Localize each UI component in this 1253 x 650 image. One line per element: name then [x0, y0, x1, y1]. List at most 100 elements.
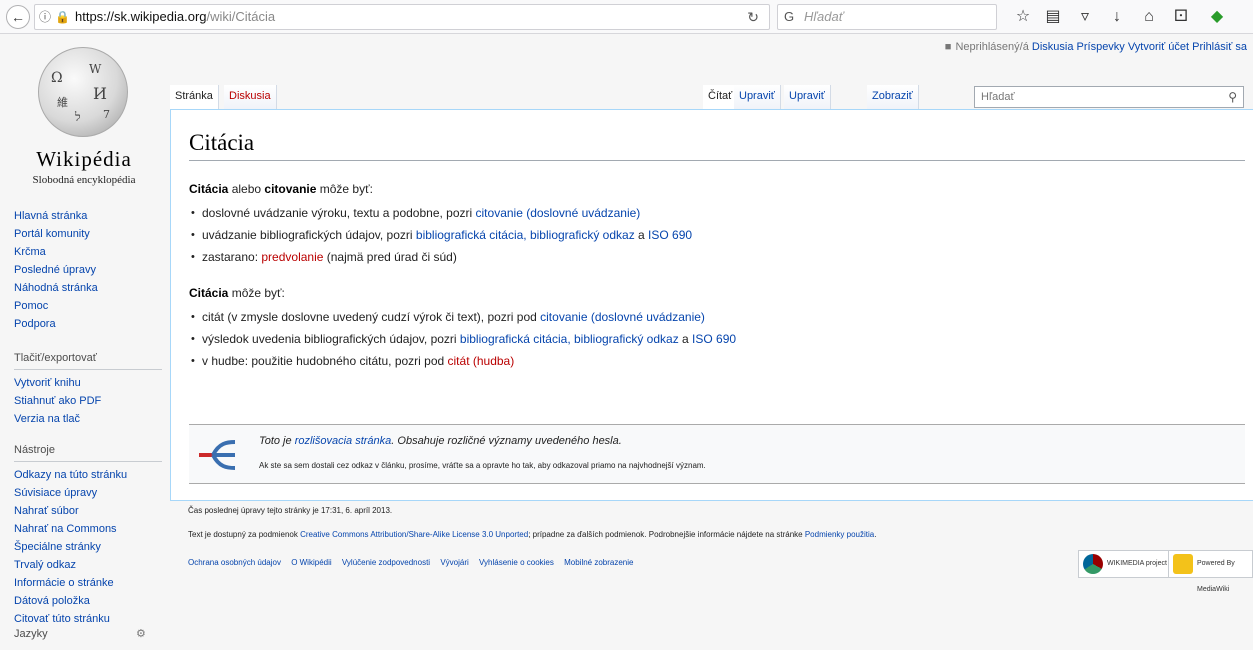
personal-talk-link[interactable]: Diskusia	[1032, 41, 1074, 53]
lock-icon[interactable]: 🔒	[55, 5, 70, 29]
wiki-page: ■ Neprihlásený/á Diskusia Príspevky Vytv…	[0, 35, 1253, 650]
wikipedia-logo[interactable]: Ω W И 維 ל 7 Wikipédia Slobodná encyklopé…	[10, 47, 160, 186]
notifications-icon[interactable]: ◆	[1204, 4, 1230, 30]
list-item: zastarano: predvolanie (najmä pred úrad …	[189, 246, 692, 268]
license-link[interactable]: Creative Commons Attribution/Share-Alike…	[300, 530, 528, 539]
sidebar-item-related-changes[interactable]: Súvisiace úpravy	[14, 484, 164, 502]
disambiguation-icon	[199, 440, 236, 470]
sidebar-item-permalink[interactable]: Trvalý odkaz	[14, 556, 164, 574]
page-title: Citácia	[189, 130, 1245, 161]
not-logged-in: Neprihlásený/á	[955, 41, 1029, 53]
reading-list-icon[interactable]: ▤	[1040, 4, 1066, 30]
meanings-list-2: citát (v zmysle doslovne uvedený cudzí v…	[189, 306, 736, 372]
tagline: Slobodná encyklopédia	[32, 174, 136, 186]
sidebar-languages: Jazyky ⚙	[14, 625, 164, 649]
link-citovanie[interactable]: citovanie (doslovné uvádzanie)	[476, 206, 641, 220]
footer-link-privacy[interactable]: Ochrana osobných údajov	[188, 558, 281, 567]
sidebar-item-special-pages[interactable]: Špeciálne stránky	[14, 538, 164, 556]
browser-search-bar[interactable]: G Hľadať	[777, 4, 997, 30]
mediawiki-badge[interactable]: Powered By MediaWiki	[1168, 550, 1253, 593]
link-citovanie-2[interactable]: citovanie (doslovné uvádzanie)	[540, 310, 705, 324]
link-bibliograficky-odkaz[interactable]: bibliografický odkaz	[530, 228, 635, 242]
footer-link-developers[interactable]: Vývojári	[440, 558, 468, 567]
disambiguation-text: Toto je rozlišovacia stránka. Obsahuje r…	[259, 435, 622, 447]
personal-contributions-link[interactable]: Príspevky	[1077, 41, 1125, 53]
user-icon: ■	[944, 41, 952, 53]
back-arrow-icon[interactable]: ←	[6, 5, 30, 29]
last-edit-info: Čas poslednej úpravy tejto stránky je 17…	[188, 506, 393, 515]
sidebar-item-help[interactable]: Pomoc	[14, 297, 164, 315]
gear-icon[interactable]: ⚙	[136, 625, 146, 643]
footer-link-disclaimer[interactable]: Vylúčenie zodpovednosti	[342, 558, 430, 567]
tab-history[interactable]: Zobraziť históriu	[867, 85, 919, 124]
sidebar-item-what-links-here[interactable]: Odkazy na túto stránku	[14, 466, 164, 484]
wikimedia-icon	[1083, 554, 1103, 574]
info-icon[interactable]: ⓘ	[39, 5, 53, 29]
languages-section-title: Jazyky ⚙	[14, 625, 162, 645]
link-iso-690-2[interactable]: ISO 690	[692, 332, 736, 346]
sidebar-item-community[interactable]: Portál komunity	[14, 225, 164, 243]
login-link[interactable]: Prihlásiť sa	[1192, 41, 1247, 53]
tools-section-title: Nástroje	[14, 441, 162, 462]
search-icon[interactable]: ⚲	[1228, 87, 1237, 107]
content-area: Citácia Citácia alebo citovanie môže byť…	[170, 109, 1253, 501]
disambiguation-box: Toto je rozlišovacia stránka. Obsahuje r…	[189, 424, 1245, 484]
tab-edit[interactable]: Upraviť	[734, 85, 781, 109]
sidebar-item-recent-changes[interactable]: Posledné úpravy	[14, 261, 164, 279]
link-bibliograficky-odkaz-2[interactable]: bibliografický odkaz	[574, 332, 679, 346]
sidebar-item-random[interactable]: Náhodná stránka	[14, 279, 164, 297]
print-section-title: Tlačiť/exportovať	[14, 349, 162, 370]
sidebar-item-page-info[interactable]: Informácie o stránke	[14, 574, 164, 592]
intro-paragraph-1: Citácia alebo citovanie môže byť:	[189, 182, 373, 196]
browser-toolbar: ← ⓘ 🔒 https://sk.wikipedia.org/wiki/Citá…	[0, 0, 1253, 34]
reload-icon[interactable]: ↻	[747, 5, 759, 29]
sidebar-item-download-pdf[interactable]: Stiahnuť ako PDF	[14, 392, 164, 410]
browser-search-placeholder: Hľadať	[804, 9, 844, 24]
home-icon[interactable]: ⌂	[1136, 4, 1162, 30]
list-item: citát (v zmysle doslovne uvedený cudzí v…	[189, 306, 736, 328]
link-bibliograficka-citacia-2[interactable]: bibliografická citácia	[460, 332, 567, 346]
link-bibliograficka-citacia[interactable]: bibliografická citácia	[416, 228, 523, 242]
sidebar-navigation: Hlavná stránka Portál komunity Krčma Pos…	[14, 207, 164, 333]
link-predvolanie[interactable]: predvolanie	[261, 250, 323, 264]
tab-edit-source[interactable]: Upraviť zdroj	[784, 85, 831, 124]
list-item: doslovné uvádzanie výroku, textu a podob…	[189, 202, 692, 224]
wordmark: Wikipédia	[36, 147, 132, 171]
list-item: uvádzanie bibliografických údajov, pozri…	[189, 224, 692, 246]
sidebar-item-pub[interactable]: Krčma	[14, 243, 164, 261]
sidebar-item-main-page[interactable]: Hlavná stránka	[14, 207, 164, 225]
sidebar-print: Tlačiť/exportovať Vytvoriť knihu Stiahnu…	[14, 349, 164, 428]
list-item: výsledok uvedenia bibliografických údajo…	[189, 328, 736, 350]
create-account-link[interactable]: Vytvoriť účet	[1128, 41, 1189, 53]
pocket-icon[interactable]: ▿	[1072, 4, 1098, 30]
sidebar-item-data-item[interactable]: Dátová položka	[14, 592, 164, 610]
wikimedia-badge[interactable]: WIKIMEDIA project	[1078, 550, 1174, 578]
sidebar-item-upload-commons[interactable]: Nahrať na Commons	[14, 520, 164, 538]
list-item: v hudbe: použitie hudobného citátu, pozr…	[189, 350, 736, 372]
wiki-search-input[interactable]: Hľadať ⚲	[974, 86, 1244, 108]
footer-link-cookies[interactable]: Vyhlásenie o cookies	[479, 558, 554, 567]
sidebar-item-create-book[interactable]: Vytvoriť knihu	[14, 374, 164, 392]
terms-link[interactable]: Podmienky použitia	[805, 530, 874, 539]
sidebar-item-upload[interactable]: Nahrať súbor	[14, 502, 164, 520]
extensions-icon[interactable]: ⚀	[1168, 4, 1194, 30]
meanings-list-1: doslovné uvádzanie výroku, textu a podob…	[189, 202, 692, 268]
sidebar-item-printable[interactable]: Verzia na tlač	[14, 410, 164, 428]
link-citat-hudba[interactable]: citát (hudba)	[448, 354, 515, 368]
url-text[interactable]: https://sk.wikipedia.org/wiki/Citácia	[75, 5, 275, 29]
link-rozlisovacia-stranka[interactable]: rozlišovacia stránka	[295, 435, 392, 447]
sidebar-item-support[interactable]: Podpora	[14, 315, 164, 333]
link-iso-690[interactable]: ISO 690	[648, 228, 692, 242]
sidebar-tools: Nástroje Odkazy na túto stránku Súvisiac…	[14, 441, 164, 628]
search-engine-icon[interactable]: G	[784, 5, 794, 29]
footer-links: Ochrana osobných údajov O Wikipédii Vylú…	[188, 558, 641, 567]
star-icon[interactable]: ☆	[1010, 4, 1036, 30]
footer-link-mobile[interactable]: Mobilné zobrazenie	[564, 558, 633, 567]
url-bar[interactable]: ⓘ 🔒 https://sk.wikipedia.org/wiki/Citáci…	[34, 4, 770, 30]
globe-icon: Ω W И 維 ל 7	[38, 47, 128, 137]
tab-page[interactable]: Stránka	[170, 85, 219, 109]
download-icon[interactable]: ↓	[1104, 4, 1130, 30]
tab-discussion[interactable]: Diskusia	[224, 85, 277, 109]
footer-link-about[interactable]: O Wikipédii	[291, 558, 331, 567]
intro-paragraph-2: Citácia môže byť:	[189, 286, 285, 300]
